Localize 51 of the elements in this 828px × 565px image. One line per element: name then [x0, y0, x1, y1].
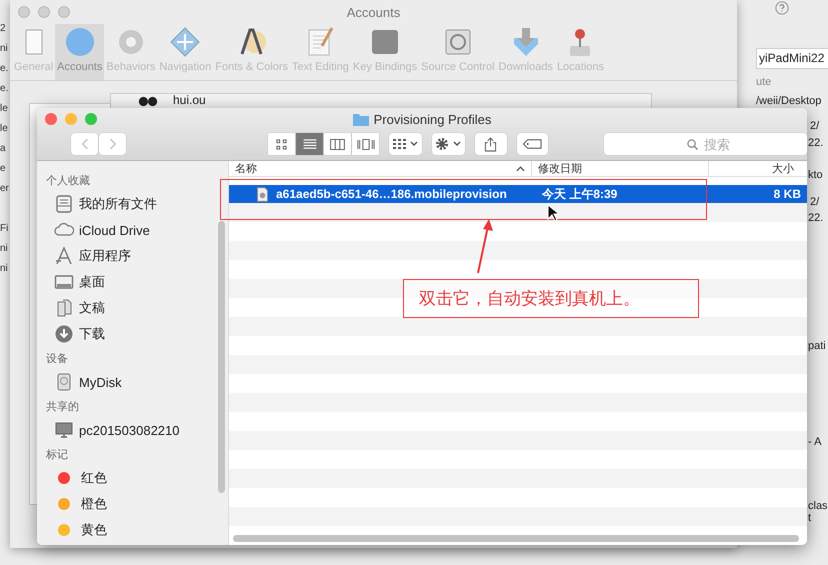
clipped-text: kto — [808, 169, 823, 181]
sidebar-item[interactable]: 橙色 — [37, 491, 228, 517]
clipped-text: 2/ — [810, 120, 820, 132]
clipped-text: e. — [0, 82, 8, 96]
clipped-text: ute — [756, 76, 772, 88]
column-header[interactable]: 名称 — [229, 161, 532, 176]
sidebar-item[interactable]: 应用程序 — [37, 243, 228, 269]
file-row[interactable]: a61aed5b-c651-46…186.mobileprovision 今天 上午8:39 8 KB — [229, 185, 807, 203]
sidebar-item[interactable]: 下载 — [37, 321, 228, 347]
sidebar-item[interactable]: 桌面 — [37, 269, 228, 295]
clipped-text: 22. — [808, 137, 824, 149]
sidebar-item[interactable]: 文稿 — [37, 295, 228, 321]
search-field[interactable]: 搜索 — [604, 133, 807, 155]
sidebar-item[interactable]: 红色 — [37, 465, 228, 491]
column-header[interactable]: 修改日期 — [532, 161, 709, 176]
sidebar-item[interactable]: 黄色 — [37, 517, 228, 543]
sidebar-item[interactable]: pc201503082210 — [37, 417, 228, 443]
clipped-text: e. — [0, 62, 8, 76]
window-title: Provisioning Profiles — [374, 112, 492, 126]
sidebar-item[interactable]: MyDisk — [37, 369, 228, 395]
account-name: hui.ou — [173, 94, 206, 107]
clipped-text: ni — [0, 262, 8, 276]
size-cell-text: 8 KB — [772, 187, 802, 201]
clipped-text: ni — [0, 242, 8, 256]
clipped-text: a — [0, 142, 6, 156]
sidebar-heading: 共享的 — [45, 400, 80, 415]
sidebar-heading: 个人收藏 — [45, 174, 91, 189]
clipped-text: 2 — [0, 22, 6, 36]
sidebar-item[interactable]: 我的所有文件 — [37, 191, 228, 217]
clipped-text: le — [0, 122, 8, 136]
clipped-text: ni — [0, 42, 8, 56]
sidebar-heading: 设备 — [45, 352, 69, 367]
sidebar-heading: 标记 — [45, 448, 69, 463]
clipped-text: 2/ — [810, 196, 820, 208]
clipped-text: - A — [808, 436, 822, 448]
clipped-text: er — [0, 182, 9, 196]
sidebar-item[interactable]: iCloud Drive — [37, 217, 228, 243]
clipped-text: pati — [808, 340, 826, 352]
clipped-text: e — [0, 162, 6, 176]
text-field[interactable]: yiPadMini22 — [756, 48, 828, 69]
clipped-text: clas — [808, 500, 828, 512]
window-title: Accounts — [346, 4, 400, 20]
clipped-text: le — [0, 102, 8, 116]
clipped-text: Fi — [0, 222, 8, 236]
clipped-text: /weii/Desktop — [756, 95, 822, 107]
clipped-text: 22. — [808, 212, 824, 224]
file-name: a61aed5b-c651-46…186.mobileprovision — [276, 187, 507, 201]
column-header[interactable]: 大小 — [709, 161, 807, 176]
clipped-text: t — [808, 512, 812, 524]
date-cell-text: 今天 上午8:39 — [541, 186, 618, 202]
annotation-callout: 双击它，自动安装到真机上。 — [403, 279, 699, 318]
